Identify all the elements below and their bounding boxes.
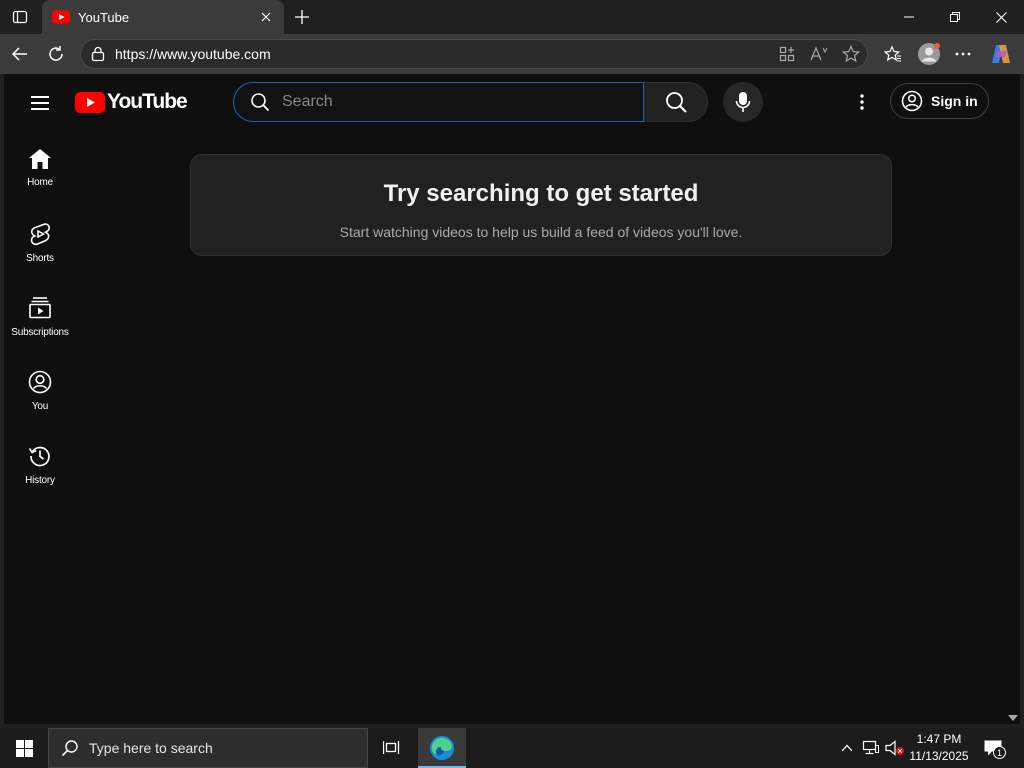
home-icon (29, 149, 51, 169)
search-bar (233, 82, 708, 122)
youtube-favicon-icon (52, 10, 70, 24)
favorites-button[interactable] (878, 40, 908, 68)
new-tab-button[interactable] (290, 5, 314, 29)
search-input[interactable] (282, 93, 622, 111)
search-icon (251, 93, 270, 112)
more-horizontal-icon (955, 52, 971, 56)
start-button[interactable] (0, 728, 48, 768)
tab-close-button[interactable] (258, 9, 274, 25)
minimize-button[interactable] (886, 0, 932, 34)
guide-item-label: Home (27, 177, 53, 188)
feed-nudge-subtitle: Start watching videos to help us build a… (339, 224, 743, 240)
notification-count-badge: 1 (993, 746, 1006, 759)
tab-youtube[interactable]: YouTube (42, 0, 284, 34)
speaker-muted-icon (885, 740, 904, 756)
search-icon (665, 92, 687, 113)
feed-nudge-card: Try searching to get started Start watch… (190, 154, 892, 256)
avatar-icon (918, 43, 940, 65)
close-icon (995, 11, 1007, 23)
back-button[interactable] (6, 40, 34, 68)
copilot-icon (992, 45, 1010, 63)
favorites-icon (884, 45, 901, 62)
address-url: https://www.youtube.com (115, 46, 271, 62)
guide-menu-button[interactable] (24, 87, 56, 119)
settings-menu-button[interactable] (850, 88, 874, 116)
network-button[interactable] (860, 736, 882, 760)
copilot-button[interactable] (986, 40, 1016, 68)
settings-more-button[interactable] (948, 40, 978, 68)
sign-in-label: Sign in (931, 93, 978, 109)
lock-icon (91, 46, 105, 62)
youtube-logo[interactable]: YouTube (75, 90, 188, 114)
close-icon (261, 12, 271, 22)
notification-center-button[interactable]: 1 (978, 734, 1008, 762)
search-button[interactable] (644, 82, 708, 122)
favorite-button[interactable] (835, 40, 867, 68)
mini-guide: Home Shorts Subscriptions You History (4, 130, 76, 500)
clock-time: 1:47 PM (916, 732, 962, 746)
subscriptions-icon (29, 297, 51, 319)
youtube-logo-text: YouTube (107, 90, 188, 113)
history-icon (28, 446, 50, 467)
star-icon (842, 45, 860, 63)
youtube-play-logo-icon (75, 91, 105, 113)
taskbar-search-text: Type here to search (89, 740, 213, 756)
guide-item-shorts[interactable]: Shorts (4, 204, 76, 278)
app-available-button[interactable] (771, 40, 803, 68)
voice-search-button[interactable] (723, 82, 763, 122)
tab-title: YouTube (78, 9, 130, 25)
search-icon (61, 740, 78, 757)
edge-browser-icon (430, 736, 454, 760)
task-view-icon (383, 741, 400, 754)
guide-item-label: Subscriptions (11, 327, 69, 338)
chevron-up-icon (841, 744, 853, 752)
browser-toolbar: https://www.youtube.com (0, 34, 1024, 74)
taskbar-edge-app[interactable] (418, 728, 466, 768)
guide-item-home[interactable]: Home (4, 130, 76, 204)
browser-title-bar: YouTube (0, 0, 1024, 34)
plus-icon (295, 10, 309, 24)
feed-nudge-title: Try searching to get started (383, 180, 699, 207)
scroll-down-arrow-icon[interactable] (1008, 714, 1018, 722)
refresh-button[interactable] (42, 40, 70, 68)
task-view-button[interactable] (372, 728, 412, 768)
sign-in-button[interactable]: Sign in (890, 83, 989, 119)
network-icon (862, 740, 879, 755)
shorts-icon (30, 223, 50, 246)
tab-actions-icon (12, 10, 28, 24)
you-icon (28, 370, 52, 394)
windows-logo-icon (15, 739, 33, 757)
account-circle-icon (901, 90, 923, 112)
guide-item-subscriptions[interactable]: Subscriptions (4, 278, 76, 352)
profile-button[interactable] (914, 40, 944, 68)
search-box[interactable] (233, 82, 644, 122)
close-window-button[interactable] (978, 0, 1024, 34)
volume-button[interactable] (884, 736, 906, 760)
guide-item-label: Shorts (26, 253, 54, 264)
page-viewport: YouTube Sign in Home (4, 74, 1020, 724)
windows-taskbar: Type here to search 1:47 PM 11/13/2025 1 (0, 728, 1024, 768)
hamburger-menu-icon (31, 96, 49, 110)
taskbar-clock[interactable]: 1:47 PM 11/13/2025 (906, 731, 972, 765)
show-hidden-icons-button[interactable] (836, 736, 858, 760)
read-aloud-icon (810, 46, 828, 61)
address-bar[interactable]: https://www.youtube.com (80, 39, 868, 69)
guide-item-history[interactable]: History (4, 426, 76, 500)
guide-item-label: History (25, 475, 55, 486)
taskbar-search-box[interactable]: Type here to search (48, 728, 368, 768)
app-available-icon (779, 46, 795, 62)
youtube-masthead: YouTube Sign in (4, 74, 1020, 130)
tab-actions-button[interactable] (6, 5, 34, 29)
arrow-left-icon (11, 47, 27, 61)
guide-item-you[interactable]: You (4, 352, 76, 426)
restore-button[interactable] (932, 0, 978, 34)
restore-icon (950, 12, 960, 22)
refresh-icon (49, 46, 63, 61)
guide-item-label: You (31, 401, 49, 412)
clock-date: 11/13/2025 (909, 749, 969, 763)
more-vertical-icon (860, 94, 864, 110)
microphone-icon (735, 92, 751, 112)
minimize-icon (904, 16, 914, 18)
read-aloud-button[interactable] (803, 40, 835, 68)
